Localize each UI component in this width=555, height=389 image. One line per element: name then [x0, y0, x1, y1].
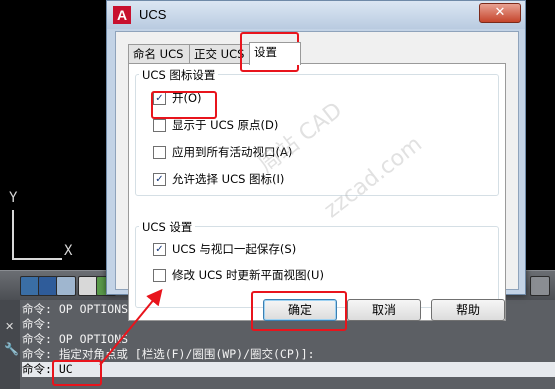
save-icon[interactable]: [38, 276, 58, 296]
command-history-line: 命令: OP OPTIONS: [22, 332, 129, 346]
cancel-button[interactable]: 取消: [347, 299, 421, 321]
ucs-y-axis-line: [12, 210, 14, 260]
ucs-dialog: A UCS ✕ 命名 UCS 正交 UCS 设置 UCS 图标设置 ✓ 开(O)…: [106, 0, 526, 321]
checkbox-save-with-viewport[interactable]: ✓ UCS 与视口一起保存(S): [153, 241, 296, 257]
autocad-logo-icon: A: [113, 6, 131, 24]
checkbox-allow-select-icon[interactable]: ✓ 允许选择 UCS 图标(I): [153, 171, 284, 187]
checkbox-unchecked-icon: [153, 118, 166, 132]
tab-settings[interactable]: 设置: [249, 42, 301, 65]
dialog-title: UCS: [139, 7, 167, 22]
checkbox-display-at-origin-label: 显示于 UCS 原点(D): [172, 118, 279, 132]
checkbox-update-plan-view-label: 修改 UCS 时更新平面视图(U): [172, 268, 324, 282]
preview-icon[interactable]: [78, 276, 98, 296]
checkbox-update-plan-view[interactable]: 修改 UCS 时更新平面视图(U): [153, 267, 324, 283]
toolbar-extra-icon[interactable]: [530, 276, 550, 296]
checkbox-unchecked-icon: [153, 145, 166, 159]
ucs-icon-settings-label: UCS 图标设置: [139, 67, 219, 83]
help-button[interactable]: 帮助: [431, 299, 505, 321]
ucs-x-label: X: [64, 243, 73, 259]
command-history-line: 命令: 指定对角点或 [栏选(F)/圈围(WP)/圈交(CP)]:: [22, 347, 315, 361]
checkbox-display-at-origin[interactable]: 显示于 UCS 原点(D): [153, 117, 278, 133]
print-icon[interactable]: [56, 276, 76, 296]
ucs-y-label: Y: [9, 190, 18, 206]
checkbox-checked-icon: ✓: [153, 242, 166, 256]
close-button[interactable]: ✕: [479, 3, 521, 23]
highlight-box-ok-button: [251, 291, 347, 331]
ucs-settings-label: UCS 设置: [139, 219, 196, 235]
checkbox-save-with-viewport-label: UCS 与视口一起保存(S): [172, 242, 297, 256]
new-icon[interactable]: [20, 276, 40, 296]
dialog-titlebar[interactable]: A UCS ✕: [107, 1, 525, 29]
dialog-body: 命名 UCS 正交 UCS 设置 UCS 图标设置 ✓ 开(O) 显示于 UCS…: [115, 31, 519, 321]
wrench-icon[interactable]: 🔧: [4, 342, 19, 356]
close-icon[interactable]: ✕: [5, 320, 14, 333]
command-window-gutter: ✕ 🔧: [0, 300, 20, 389]
highlight-box-on-checkbox: [151, 91, 217, 119]
tab-named-ucs[interactable]: 命名 UCS: [128, 44, 190, 64]
checkbox-checked-icon: ✓: [153, 172, 166, 186]
highlight-box-command-input: [52, 360, 102, 386]
ucs-x-axis-line: [12, 258, 62, 260]
checkbox-unchecked-icon: [153, 268, 166, 282]
